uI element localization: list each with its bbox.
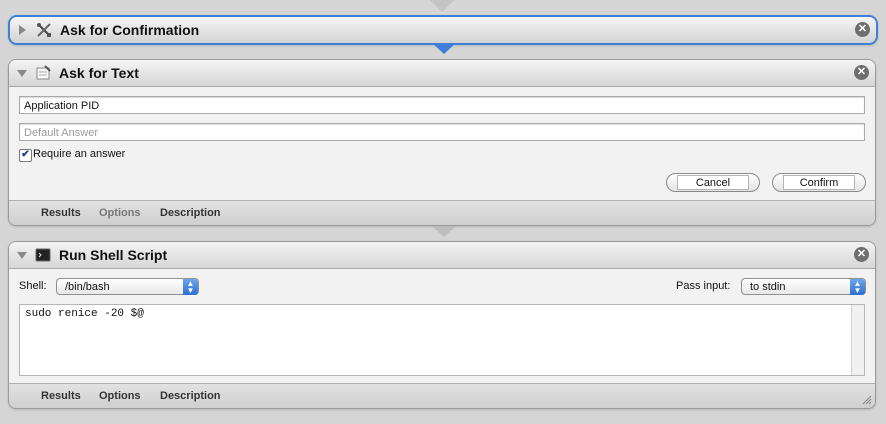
- disclosure-triangle-icon[interactable]: [19, 25, 26, 35]
- connector-top: [430, 0, 454, 12]
- close-icon[interactable]: ✕: [855, 22, 870, 37]
- action-header[interactable]: Ask for Confirmation ✕: [10, 17, 876, 43]
- tab-results[interactable]: Results: [41, 207, 81, 219]
- disclosure-triangle-icon[interactable]: [17, 70, 27, 77]
- connector-2-3: [432, 226, 456, 237]
- action-ask-for-text[interactable]: Ask for Text ✕ Application PID Default A…: [8, 59, 876, 226]
- action-footer: Results Options Description: [9, 383, 875, 408]
- tab-description[interactable]: Description: [160, 207, 221, 219]
- action-title: Ask for Text: [59, 65, 139, 81]
- require-answer-label: Require an answer: [33, 148, 126, 160]
- terminal-icon: [35, 248, 51, 262]
- close-icon[interactable]: ✕: [854, 65, 869, 80]
- cancel-button[interactable]: Cancel: [666, 173, 760, 192]
- default-answer-field[interactable]: Default Answer: [19, 123, 865, 141]
- action-title: Run Shell Script: [59, 247, 168, 263]
- cancel-button-label: Cancel: [677, 175, 749, 190]
- confirmation-tools-icon: [37, 23, 51, 37]
- confirm-button-label: Confirm: [783, 175, 855, 190]
- popup-arrows-icon: ▲ ▼: [850, 279, 865, 295]
- tab-results[interactable]: Results: [41, 390, 81, 402]
- popup-arrows-icon: ▲ ▼: [183, 279, 198, 295]
- notepad-icon: [36, 65, 51, 80]
- script-scrollbar[interactable]: [851, 305, 864, 375]
- workflow-canvas: Ask for Confirmation ✕ Ask for Text ✕ Ap…: [0, 0, 886, 424]
- close-icon[interactable]: ✕: [854, 247, 869, 262]
- script-text: sudo renice -20 $@: [25, 308, 144, 320]
- question-field[interactable]: Application PID: [19, 96, 865, 114]
- tab-options[interactable]: Options: [99, 390, 141, 402]
- pass-input-label: Pass input:: [676, 280, 731, 292]
- action-title: Ask for Confirmation: [60, 22, 200, 38]
- tab-options[interactable]: Options: [99, 207, 141, 219]
- tab-description[interactable]: Description: [160, 390, 221, 402]
- action-footer: Results Options Description: [9, 200, 875, 225]
- resize-grip-icon[interactable]: [862, 395, 872, 405]
- shell-select-value: /bin/bash: [65, 281, 110, 293]
- shell-label: Shell:: [19, 280, 47, 292]
- action-header[interactable]: Run Shell Script ✕: [9, 242, 875, 269]
- script-editor[interactable]: sudo renice -20 $@: [19, 304, 865, 376]
- require-answer-checkbox[interactable]: ✔: [19, 149, 32, 162]
- pass-input-select[interactable]: to stdin ▲ ▼: [741, 278, 866, 295]
- disclosure-triangle-icon[interactable]: [17, 252, 27, 259]
- shell-select[interactable]: /bin/bash ▲ ▼: [56, 278, 199, 295]
- action-header[interactable]: Ask for Text ✕: [9, 60, 875, 87]
- confirm-button[interactable]: Confirm: [772, 173, 866, 192]
- action-run-shell-script[interactable]: Run Shell Script ✕ Shell: /bin/bash ▲ ▼ P…: [8, 241, 876, 409]
- connector-1-2: [432, 43, 456, 54]
- action-ask-for-confirmation[interactable]: Ask for Confirmation ✕: [8, 15, 878, 45]
- pass-input-select-value: to stdin: [750, 281, 786, 293]
